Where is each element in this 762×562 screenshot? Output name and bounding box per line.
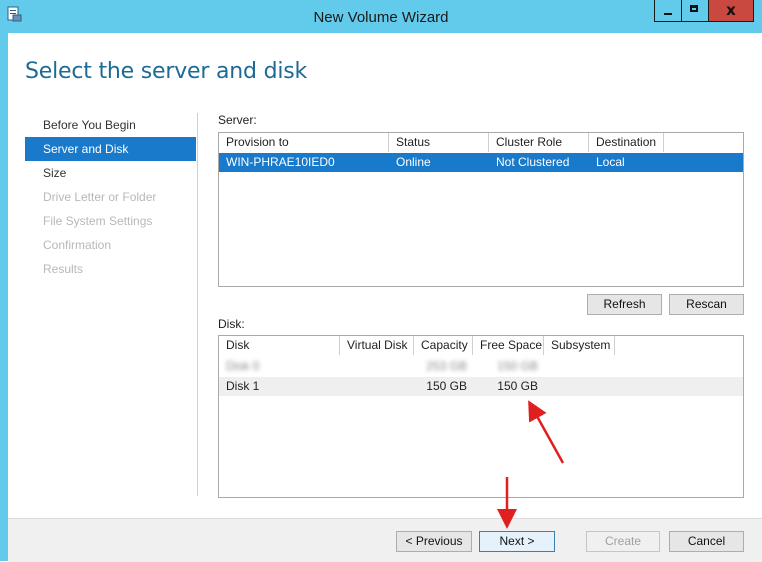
title-bar[interactable]: New Volume Wizard x <box>0 0 762 33</box>
nav-step-size[interactable]: Size <box>25 161 196 185</box>
wizard-steps-nav: Before You Begin Server and Disk Size Dr… <box>25 113 196 281</box>
column-cluster-role[interactable]: Cluster Role <box>489 133 589 152</box>
column-provision-to[interactable]: Provision to <box>219 133 389 152</box>
server-row[interactable]: WIN-PHRAE10IED0 Online Not Clustered Loc… <box>219 153 743 172</box>
disk-table-header: Disk Virtual Disk Capacity Free Space Su… <box>219 336 743 356</box>
column-capacity[interactable]: Capacity <box>414 336 473 355</box>
nav-divider <box>197 113 198 496</box>
window-title: New Volume Wizard <box>313 9 449 26</box>
maximize-button[interactable] <box>681 0 709 22</box>
nav-step-results: Results <box>43 262 84 276</box>
close-button[interactable]: x <box>708 0 754 22</box>
cell-status: Online <box>396 155 431 169</box>
disk-table: Disk Virtual Disk Capacity Free Space Su… <box>218 335 744 498</box>
column-subsystem[interactable]: Subsystem <box>544 336 615 355</box>
rescan-button[interactable]: Rescan <box>669 294 744 315</box>
cell-cluster-role: Not Clustered <box>496 155 570 169</box>
server-label: Server: <box>218 113 257 127</box>
cell-capacity: 150 GB <box>426 379 467 393</box>
server-table-header: Provision to Status Cluster Role Destina… <box>219 133 743 153</box>
cell-free-space: 150 GB <box>497 379 538 393</box>
nav-step-file-system: File System Settings <box>43 214 153 228</box>
cell-capacity: 253 GB <box>426 359 467 373</box>
close-icon: x <box>726 1 736 19</box>
disk-row[interactable]: Disk 0 253 GB 150 GB <box>219 357 743 376</box>
previous-button[interactable]: < Previous <box>396 531 472 552</box>
wizard-window: New Volume Wizard x Select the server an… <box>0 0 762 562</box>
disk-row[interactable]: Disk 1 150 GB 150 GB <box>219 377 743 396</box>
cancel-button[interactable]: Cancel <box>669 531 744 552</box>
nav-step-server-and-disk[interactable]: Server and Disk <box>25 137 196 161</box>
nav-step-before-you-begin[interactable]: Before You Begin <box>25 113 196 137</box>
minimize-button[interactable] <box>654 0 682 22</box>
wizard-footer: < Previous Next > Create Cancel <box>8 518 762 562</box>
page-title: Select the server and disk <box>25 59 308 84</box>
next-button[interactable]: Next > <box>479 531 555 552</box>
cell-subsystem <box>544 357 615 376</box>
refresh-button[interactable]: Refresh <box>587 294 662 315</box>
column-free-space[interactable]: Free Space <box>473 336 544 355</box>
window-controls: x <box>654 0 754 24</box>
cell-subsystem <box>544 377 615 396</box>
create-button: Create <box>586 531 660 552</box>
disk-label: Disk: <box>218 317 245 331</box>
column-destination[interactable]: Destination <box>589 133 664 152</box>
column-virtual-disk[interactable]: Virtual Disk <box>340 336 414 355</box>
cell-free-space: 150 GB <box>497 359 538 373</box>
cell-disk: Disk 1 <box>226 379 260 393</box>
nav-step-confirmation: Confirmation <box>43 238 112 252</box>
column-disk[interactable]: Disk <box>219 336 340 355</box>
cell-disk: Disk 0 <box>226 359 260 373</box>
cell-virtual-disk <box>340 357 414 376</box>
minimize-icon <box>664 13 672 15</box>
server-table: Provision to Status Cluster Role Destina… <box>218 132 744 287</box>
wizard-client-area: Select the server and disk Before You Be… <box>8 33 762 562</box>
column-status[interactable]: Status <box>389 133 489 152</box>
maximize-icon <box>690 5 698 12</box>
cell-virtual-disk <box>340 377 414 396</box>
cell-provision-to: WIN-PHRAE10IED0 <box>226 155 335 169</box>
nav-step-drive-letter: Drive Letter or Folder <box>43 190 157 204</box>
cell-destination: Local <box>596 155 625 169</box>
